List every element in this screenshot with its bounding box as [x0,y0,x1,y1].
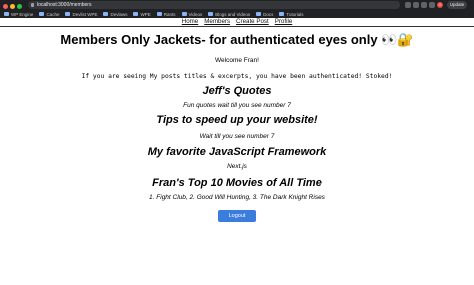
lock-icon [31,3,34,7]
folder-icon [133,12,139,16]
post-excerpt: Fun quotes wait till you see number 7 [183,102,291,109]
bookmark-item[interactable]: Tutorials [279,10,304,18]
folder-icon [4,12,9,16]
auth-message: If you are seeing My posts titles & exce… [81,73,393,80]
post-excerpt: 1. Fight Club, 2. Good Will Hunting, 3. … [149,194,325,201]
minimize-window-icon[interactable] [10,4,15,9]
update-button[interactable]: Update [447,1,467,9]
bookmark-item[interactable]: Docs [256,10,273,18]
sidebar-icon[interactable] [429,2,435,8]
page-title: Members Only Jackets- for authenticated … [60,32,414,47]
puzzle-icon[interactable] [421,2,427,8]
site-nav: Home Members Create Post Profile [0,18,474,27]
maximize-window-icon[interactable] [17,4,22,9]
url-text: localhost:3000/members [37,2,92,8]
nav-link-profile[interactable]: Profile [275,18,293,26]
post-excerpt: Next.js [227,163,247,170]
main-content: Members Only Jackets- for authenticated … [0,30,474,222]
folder-icon [65,12,71,16]
post-title[interactable]: My favorite JavaScript Framework [0,146,474,159]
post-title[interactable]: Tips to speed up your website! [0,114,474,127]
folder-icon [103,12,109,16]
folder-icon [256,12,262,16]
bookmarks-bar: WP Engine Cache Devlist WPE Devlaws WPE … [4,10,470,18]
nav-link-members[interactable]: Members [204,18,230,26]
address-bar[interactable]: localhost:3000/members [28,1,400,9]
browser-chrome: localhost:3000/members G Update WP Engin… [0,0,474,18]
bookmark-item[interactable]: Devlaws [103,10,127,18]
folder-icon [208,12,214,16]
post-excerpt: Wait till you see number 7 [199,133,275,140]
bookmark-item[interactable]: Rants [156,10,176,18]
folder-icon [279,12,285,16]
bookmark-item[interactable]: Blogs and Videos [208,10,250,18]
welcome-message: Welcome Fran! [215,57,259,64]
folder-icon [156,12,162,16]
logout-button[interactable]: Logout [218,210,256,222]
nav-link-create-post[interactable]: Create Post [236,18,269,26]
post-title[interactable]: Fran's Top 10 Movies of All Time [0,177,474,190]
post-list: Jeff's Quotes Fun quotes wait till you s… [0,85,474,202]
post-title[interactable]: Jeff's Quotes [0,85,474,98]
bookmark-item[interactable]: Cache [39,10,59,18]
bookmark-item[interactable]: WP Engine [4,10,33,18]
folder-icon [39,12,45,16]
extension-icon[interactable] [413,2,419,8]
close-window-icon[interactable] [3,4,8,9]
folder-icon [181,12,187,16]
bookmark-item[interactable]: Devlist WPE [65,10,97,18]
bookmark-item[interactable]: Videos [181,10,202,18]
nav-link-home[interactable]: Home [182,18,199,26]
bookmark-item[interactable]: WPE [133,10,151,18]
extensions-icon[interactable] [405,2,411,8]
profile-avatar[interactable]: G [437,2,443,8]
